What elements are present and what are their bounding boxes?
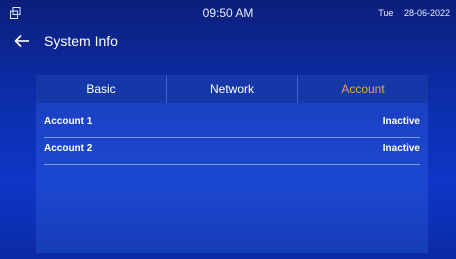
system-info-panel: Basic Network Account Account 1 Inactive… — [36, 75, 428, 253]
account-row-1[interactable]: Account 1 Inactive — [44, 111, 420, 138]
tab-basic[interactable]: Basic — [36, 75, 167, 103]
account-list: Account 1 Inactive Account 2 Inactive — [44, 111, 420, 165]
tab-network[interactable]: Network — [167, 75, 298, 103]
status-bar: 09:50 AM Tue 28-06-2022 — [0, 0, 456, 24]
account-status: Inactive — [382, 143, 420, 154]
arrow-left-icon[interactable] — [14, 34, 30, 48]
account-name: Account 1 — [44, 116, 93, 127]
account-name: Account 2 — [44, 143, 93, 154]
account-row-2[interactable]: Account 2 Inactive — [44, 138, 420, 165]
tab-bar: Basic Network Account — [36, 75, 428, 103]
status-day: Tue — [378, 8, 394, 18]
status-date: Tue 28-06-2022 — [378, 8, 450, 18]
account-status: Inactive — [382, 116, 420, 127]
title-bar: System Info — [0, 26, 456, 56]
screen: 09:50 AM Tue 28-06-2022 System Info Basi… — [0, 0, 456, 259]
tab-account[interactable]: Account — [298, 75, 428, 103]
page-title: System Info — [44, 33, 118, 49]
status-date-value: 28-06-2022 — [403, 8, 450, 18]
